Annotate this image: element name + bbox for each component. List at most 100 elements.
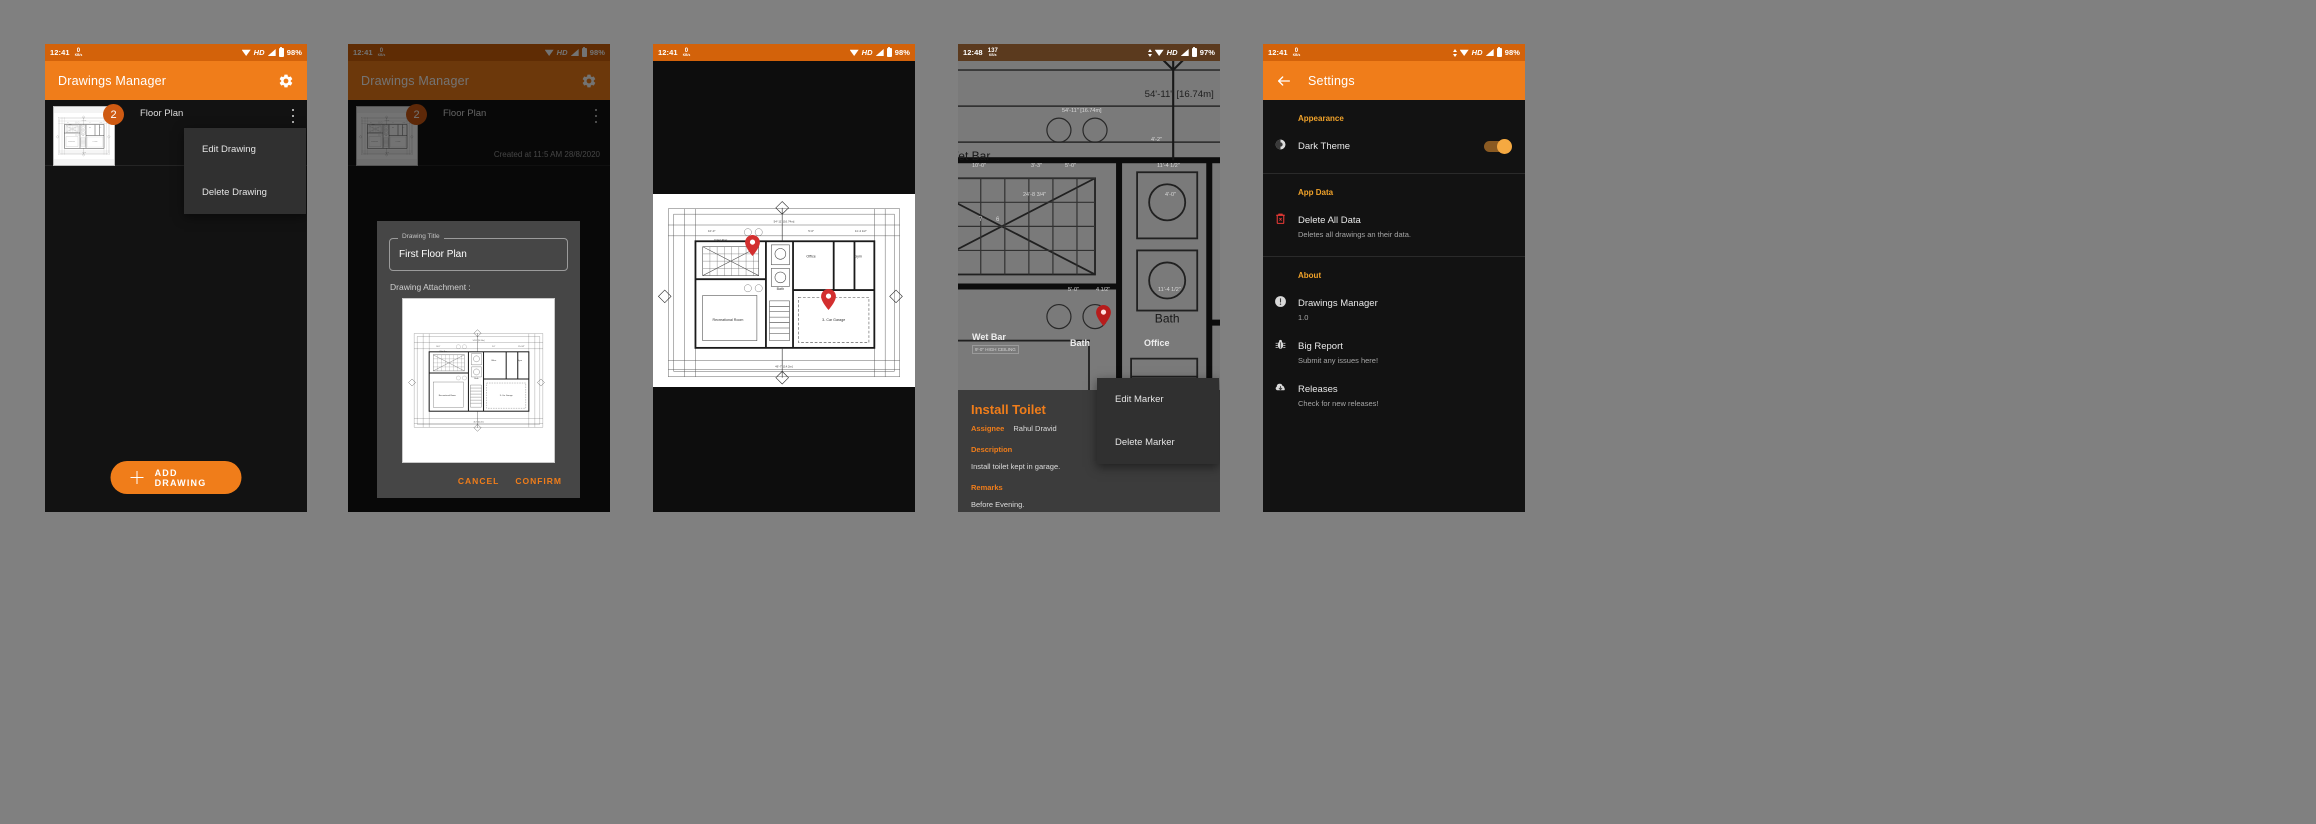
menu-item-delete-marker[interactable]: Delete Marker	[1097, 421, 1219, 464]
phone-panel-drawings-list: 12:41 0 KB/s HD 98% Drawings Manager 2 F…	[45, 44, 307, 512]
setting-name: Big Report	[1298, 341, 1343, 352]
status-time: 12:48	[963, 47, 983, 57]
remarks-value: Before Evening.	[971, 500, 1025, 509]
hd-icon: HD	[253, 48, 265, 57]
menu-item-edit-drawing[interactable]: Edit Drawing	[184, 128, 306, 171]
add-drawing-button[interactable]: ADD DRAWING	[110, 461, 242, 494]
data-transfer-icon	[1452, 48, 1457, 57]
status-bar: 12:41 0 KB/s HD 98%	[45, 44, 307, 61]
settings-section-appearance: Appearance Dark Theme	[1263, 100, 1525, 174]
hd-icon: HD	[1471, 48, 1483, 57]
menu-item-delete-drawing[interactable]: Delete Drawing	[184, 171, 306, 214]
bug-icon	[1263, 336, 1298, 351]
confirm-button[interactable]: CONFIRM	[515, 476, 562, 486]
battery-percent: 98%	[1504, 48, 1520, 57]
drawing-title-field[interactable]: Drawing Title First Floor Plan	[389, 233, 568, 271]
signal-icon	[1180, 49, 1189, 56]
setting-subtitle: Check for new releases!	[1298, 399, 1379, 408]
app-bar: Settings	[1263, 61, 1525, 100]
kebab-icon[interactable]	[287, 107, 299, 125]
phone-panel-marker-detail: 12:48 137 KB/s HD 97% 54'-11" [16.74m] 4…	[958, 44, 1220, 512]
signal-icon	[1485, 49, 1494, 56]
setting-row-delete-all-data[interactable]: Delete All Data Deletes all drawings an …	[1263, 203, 1525, 246]
attachment-preview[interactable]	[402, 298, 555, 463]
wifi-icon	[1154, 49, 1164, 56]
setting-name: Dark Theme	[1298, 141, 1351, 152]
info-icon	[1263, 293, 1298, 308]
drawing-canvas[interactable]	[653, 194, 915, 387]
wifi-icon	[241, 49, 251, 56]
menu-item-edit-marker[interactable]: Edit Marker	[1097, 378, 1219, 421]
wifi-icon	[849, 49, 859, 56]
screen-body: Appearance Dark Theme App Data Delete Al…	[1263, 100, 1525, 512]
map-marker-1[interactable]	[744, 234, 760, 256]
arrow-left-icon[interactable]	[1276, 73, 1292, 89]
cloud-download-icon	[1263, 379, 1298, 394]
battery-icon	[1496, 46, 1502, 57]
gear-icon[interactable]	[278, 73, 294, 89]
description-key: Description	[971, 445, 1013, 454]
add-drawing-label: ADD DRAWING	[154, 467, 207, 488]
map-marker-2[interactable]	[820, 288, 836, 310]
edit-drawing-dialog: Drawing Title First Floor Plan Drawing A…	[377, 221, 580, 498]
setting-name: Drawings Manager	[1298, 298, 1378, 309]
settings-section-app-data: App Data Delete All Data Deletes all dra…	[1263, 174, 1525, 257]
attachment-label: Drawing Attachment :	[390, 282, 471, 292]
network-speed: 0 KB/s	[682, 48, 691, 58]
status-bar: 12:41 0 KB/s HD 98%	[348, 44, 610, 61]
section-header-about: About	[1298, 271, 1322, 280]
setting-subtitle: 1.0	[1298, 313, 1309, 322]
section-header-app-data: App Data	[1298, 188, 1334, 197]
signal-icon	[267, 49, 276, 56]
status-time: 12:41	[1268, 47, 1288, 57]
drawing-title-legend: Drawing Title	[398, 233, 444, 240]
battery-icon	[886, 46, 892, 57]
settings-section-about: About Drawings Manager 1.0 Big Report Su…	[1263, 257, 1525, 415]
marker-count-badge: 2	[103, 104, 124, 125]
dialog-scrim-statusbar	[348, 44, 610, 61]
dialog-scrim-appbar	[348, 61, 610, 100]
screen-body: 2 Floor Plan Edit Drawing Delete Drawing…	[45, 100, 307, 512]
battery-percent: 98%	[894, 48, 910, 57]
app-bar: Drawings Manager	[45, 61, 307, 100]
drawing-title-value: First Floor Plan	[399, 249, 467, 260]
drawing-context-menu[interactable]: Edit Drawing Delete Drawing	[184, 128, 306, 214]
marker-title: Install Toilet	[971, 402, 1046, 417]
battery-icon	[278, 46, 284, 57]
setting-subtitle: Deletes all drawings an their data.	[1298, 230, 1411, 239]
battery-percent: 97%	[1199, 48, 1215, 57]
battery-icon	[1191, 46, 1197, 57]
plus-icon	[130, 471, 144, 484]
section-header-appearance: Appearance	[1298, 114, 1344, 123]
marker-context-menu[interactable]: Edit Marker Delete Marker	[1097, 378, 1219, 464]
list-item-label: Floor Plan	[140, 108, 184, 119]
hd-icon: HD	[861, 48, 873, 57]
status-bar: 12:41 0 KB/s HD 98%	[653, 44, 915, 61]
network-speed: 0 KB/s	[74, 48, 83, 58]
screenshot-stage: 12:41 0 KB/s HD 98% Drawings Manager 2 F…	[0, 0, 2316, 824]
status-time: 12:41	[658, 47, 678, 57]
dark-theme-toggle[interactable]	[1484, 139, 1512, 154]
trash-delete-icon	[1263, 210, 1298, 225]
hd-icon: HD	[1166, 48, 1178, 57]
network-speed: 137 KB/s	[987, 48, 998, 58]
data-transfer-icon	[1147, 48, 1152, 57]
app-bar: Drawings Manager	[348, 61, 610, 100]
drawing-thumbnail[interactable]: 2	[53, 104, 124, 166]
phone-panel-plan-viewer: 12:41 0 KB/s HD 98%	[653, 44, 915, 512]
setting-row-app-version[interactable]: Drawings Manager 1.0	[1263, 286, 1525, 329]
setting-row-releases[interactable]: Releases Check for new releases!	[1263, 372, 1525, 415]
screen-body: 2 Floor Plan Created at 11:5 AM 28/8/202…	[348, 100, 610, 512]
map-marker-selected[interactable]	[1096, 305, 1111, 326]
battery-percent: 98%	[286, 48, 302, 57]
cancel-button[interactable]: CANCEL	[458, 476, 499, 486]
setting-name: Releases	[1298, 384, 1338, 395]
setting-subtitle: Submit any issues here!	[1298, 356, 1379, 365]
phone-panel-edit-dialog: 12:41 0 KB/s HD 98% Drawings Manager	[348, 44, 610, 512]
page-title: Settings	[1308, 73, 1355, 88]
setting-row-bug-report[interactable]: Big Report Submit any issues here!	[1263, 329, 1525, 372]
phone-panel-settings: 12:41 0 KB/s HD 98% Settings Appearance …	[1263, 44, 1525, 512]
setting-row-dark-theme[interactable]: Dark Theme	[1263, 129, 1525, 163]
screen-body	[653, 61, 915, 512]
page-title: Drawings Manager	[58, 73, 167, 88]
